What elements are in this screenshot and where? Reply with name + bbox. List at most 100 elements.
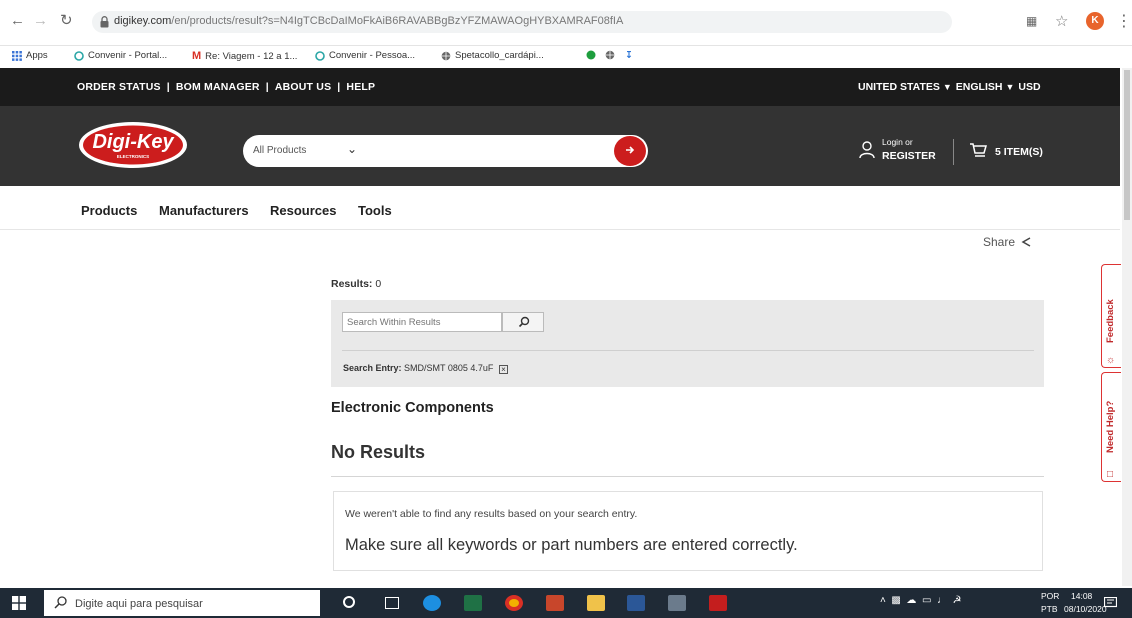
globe-icon (441, 51, 451, 60)
currency-label: USD (1018, 81, 1041, 93)
about-us-link[interactable]: ABOUT US (275, 81, 331, 93)
bookmark-spetacollo[interactable]: Spetacollo_cardápi... (441, 50, 544, 61)
bookmark-gmail[interactable]: M Re: Viagem - 12 a 1... (192, 50, 297, 62)
separator: | (337, 81, 341, 93)
results-count: Results: 0 (331, 278, 381, 290)
translate-icon[interactable]: ▦ (1026, 14, 1037, 28)
input-language[interactable]: POR (1041, 591, 1059, 601)
excel-icon[interactable] (464, 595, 482, 611)
cart-count[interactable]: 5 ITEM(S) (995, 146, 1043, 158)
search-icon (518, 316, 530, 328)
bookmark-label: Convenir - Portal... (88, 50, 168, 61)
search-entry-label: Search Entry: (343, 363, 402, 373)
globe-icon (605, 50, 615, 60)
feedback-tab[interactable]: Feedback ☼ (1101, 264, 1121, 368)
search-category-select[interactable]: All Products (253, 145, 306, 156)
search-icon (54, 596, 67, 609)
no-results-divider (331, 476, 1044, 477)
no-results-message-box (333, 491, 1043, 571)
download-icon: ↧ (625, 50, 633, 61)
locale-selector[interactable]: UNITED STATES ▼ ENGLISH ▼ USD (858, 81, 1041, 93)
browser-toolbar: ← → ↻ digikey.com/en/products/result?s=N… (0, 0, 1132, 46)
no-results-hint: Make sure all keywords or part numbers a… (345, 536, 798, 554)
word-icon[interactable] (627, 595, 645, 611)
need-help-tab[interactable]: Need Help? □ (1101, 372, 1121, 482)
bookmark-convenir-pessoa[interactable]: Convenir - Pessoa... (315, 50, 415, 61)
results-label: Results: (331, 278, 373, 290)
windows-start-icon[interactable] (12, 596, 26, 610)
green-circle-icon (586, 50, 596, 60)
edge-icon[interactable] (423, 595, 441, 611)
utility-bar: ORDER STATUS | BOM MANAGER | ABOUT US | HELP U… (0, 68, 1120, 106)
back-arrow-icon[interactable]: ← (10, 13, 25, 28)
chrome-icon[interactable] (505, 595, 523, 611)
task-view-icon[interactable] (385, 597, 399, 609)
bookmark-green[interactable] (586, 50, 596, 60)
powerpoint-icon[interactable] (546, 595, 564, 611)
forward-arrow-icon[interactable]: → (33, 13, 48, 28)
feedback-label: Feedback (1105, 299, 1116, 343)
search-submit-button[interactable] (614, 136, 646, 166)
keyboard-layout[interactable]: PTB (1041, 604, 1058, 614)
country-label: UNITED STATES (858, 81, 940, 93)
profile-avatar[interactable]: K (1086, 12, 1104, 30)
register-link[interactable]: REGISTER (882, 150, 936, 162)
digikey-logo[interactable]: Digi-Key ELECTRONICS (78, 121, 188, 169)
nav-products[interactable]: Products (81, 203, 137, 218)
results-count-value: 0 (375, 278, 382, 290)
cortana-icon[interactable] (343, 596, 355, 608)
apps-grid-icon (12, 50, 22, 61)
main-nav: Products Manufacturers Resources Tools (0, 186, 1120, 230)
cart-icon[interactable] (969, 142, 987, 158)
bom-manager-link[interactable]: BOM MANAGER (176, 81, 260, 93)
login-link[interactable]: Login or (882, 138, 913, 147)
bookmarks-bar: Apps Convenir - Portal... M Re: Viagem -… (0, 46, 1132, 66)
url-path: /en/products/result?s=N4IgTCBcDaIMoFkAiB… (171, 15, 624, 27)
logo-subtext: ELECTRONICS (117, 154, 149, 159)
chevron-down-icon[interactable]: ⌄ (347, 142, 357, 156)
separator: | (265, 81, 269, 93)
header-divider (953, 139, 954, 165)
clock-time[interactable]: 14:08 (1071, 591, 1092, 601)
share-link[interactable]: Share (983, 235, 1015, 249)
search-entry-value: SMD/SMT 0805 4.7uF (404, 363, 494, 373)
scrollbar-thumb[interactable] (1124, 70, 1130, 220)
bookmark-apps[interactable]: Apps (12, 50, 48, 61)
calculator-icon[interactable] (668, 595, 686, 611)
nav-tools[interactable]: Tools (358, 203, 392, 218)
nav-manufacturers[interactable]: Manufacturers (159, 203, 249, 218)
acrobat-icon[interactable] (709, 595, 727, 611)
user-icon[interactable] (859, 141, 875, 159)
language-label: ENGLISH (955, 81, 1003, 93)
remove-entry-icon[interactable]: × (498, 365, 508, 374)
taskbar-search-placeholder: Digite aqui para pesquisar (75, 598, 203, 610)
nav-resources[interactable]: Resources (270, 203, 336, 218)
logo-text: Digi-Key (92, 131, 174, 153)
chat-icon: □ (1105, 470, 1116, 477)
file-explorer-icon[interactable] (587, 595, 605, 611)
browser-menu-icon[interactable]: ⋮ (1116, 11, 1132, 31)
bookmark-label: Spetacollo_cardápi... (455, 50, 544, 61)
search-entry: Search Entry: SMD/SMT 0805 4.7uF × (343, 363, 508, 374)
convenir-icon (74, 50, 84, 61)
separator: | (166, 81, 170, 93)
reload-icon[interactable]: ↻ (60, 13, 73, 28)
bookmark-download[interactable]: ↧ (625, 50, 633, 61)
search-within-button[interactable] (502, 312, 544, 332)
order-status-link[interactable]: ORDER STATUS (77, 81, 161, 93)
lightbulb-icon: ☼ (1105, 355, 1116, 365)
system-tray-icons[interactable]: ˄ ▩ ☁ ▭ ♩ ☭ (880, 595, 961, 606)
chevron-down-icon: ▼ (1005, 82, 1015, 92)
arrow-right-icon (626, 146, 635, 154)
notification-icon[interactable] (1104, 597, 1117, 609)
bookmark-star-icon[interactable]: ☆ (1055, 12, 1068, 30)
bookmark-globe[interactable] (605, 50, 615, 60)
share-icon[interactable] (1020, 236, 1032, 248)
address-bar[interactable]: digikey.com/en/products/result?s=N4IgTCB… (92, 11, 952, 33)
search-within-input[interactable] (342, 312, 502, 332)
help-link[interactable]: HELP (346, 81, 375, 93)
bookmark-label: Re: Viagem - 12 a 1... (205, 50, 298, 62)
bookmark-label: Convenir - Pessoa... (329, 50, 416, 61)
clock-date[interactable]: 08/10/2020 (1064, 604, 1107, 614)
bookmark-convenir-portal[interactable]: Convenir - Portal... (74, 50, 167, 61)
